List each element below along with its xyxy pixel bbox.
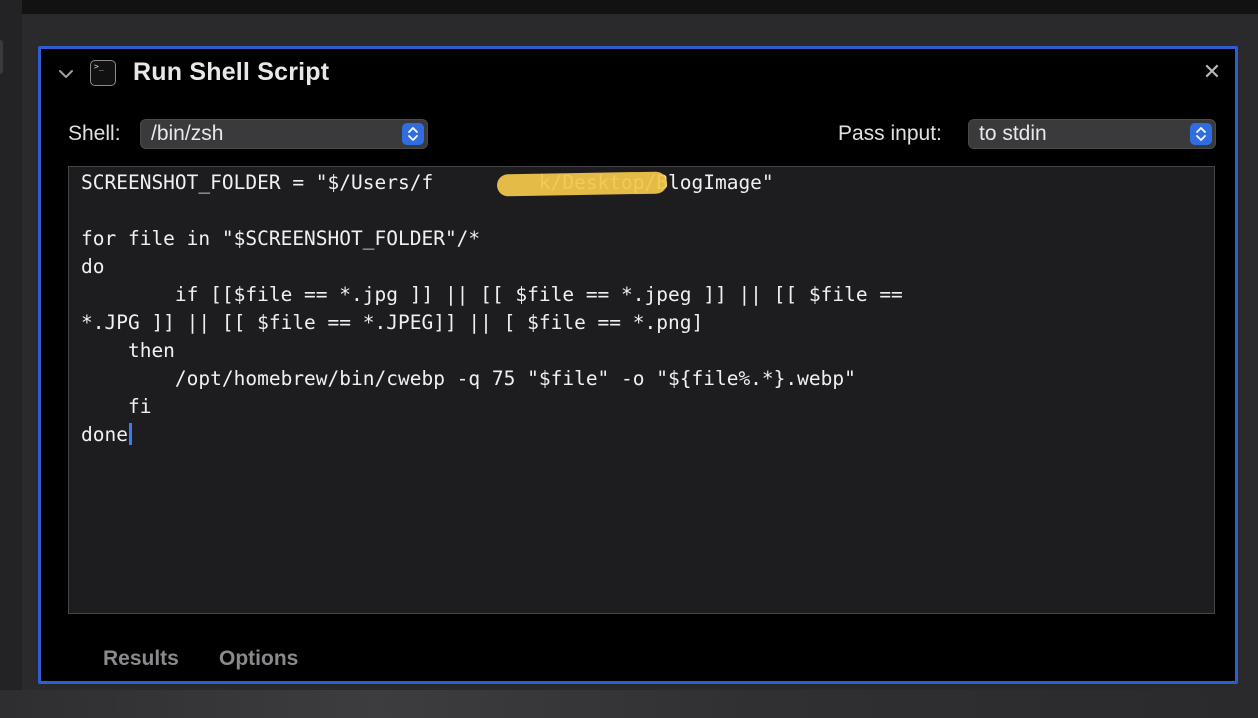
gutter-handle[interactable] xyxy=(0,40,3,74)
shell-label: Shell: xyxy=(68,122,121,145)
code-line-last: done xyxy=(81,421,132,449)
code-line: do xyxy=(81,255,105,278)
code-line: done xyxy=(81,423,128,446)
code-line: then xyxy=(81,339,175,362)
text-cursor xyxy=(128,423,132,445)
close-icon[interactable]: ✕ xyxy=(1201,61,1223,83)
left-gutter xyxy=(0,0,22,718)
script-editor[interactable]: SCREENSHOT_FOLDER = "$/Users/f k/Desktop… xyxy=(68,166,1215,614)
code-line: for file in "$SCREENSHOT_FOLDER"/* xyxy=(81,227,481,250)
code-line: fi xyxy=(81,395,152,418)
collapse-chevron-icon[interactable] xyxy=(55,63,77,85)
code-line: SCREENSHOT_FOLDER = "$/Users/f k/Desktop… xyxy=(81,171,774,194)
pass-input-select-value: to stdin xyxy=(979,122,1047,145)
run-shell-script-action[interactable]: >_ Run Shell Script ✕ Shell: /bin/zsh Pa… xyxy=(38,46,1238,684)
shell-select-value: /bin/zsh xyxy=(151,122,224,145)
code-line: if [[$file == *.jpg ]] || [[ $file == *.… xyxy=(81,283,903,306)
redaction-mark xyxy=(496,171,668,197)
pass-input-label: Pass input: xyxy=(838,122,942,145)
select-stepper-icon xyxy=(1190,123,1212,145)
code-line: /opt/homebrew/bin/cwebp -q 75 "$file" -o… xyxy=(81,367,856,390)
terminal-icon: >_ xyxy=(90,60,116,86)
tab-results[interactable]: Results xyxy=(103,647,179,671)
top-strip xyxy=(22,0,1258,14)
action-title: Run Shell Script xyxy=(133,58,330,86)
select-stepper-icon xyxy=(402,123,424,145)
bottom-strip xyxy=(0,690,1258,718)
code-line: *.JPG ]] || [[ $file == *.JPEG]] || [ $f… xyxy=(81,311,704,334)
pass-input-select[interactable]: to stdin xyxy=(968,119,1216,149)
shell-select[interactable]: /bin/zsh xyxy=(140,119,428,149)
tab-options[interactable]: Options xyxy=(219,647,298,671)
